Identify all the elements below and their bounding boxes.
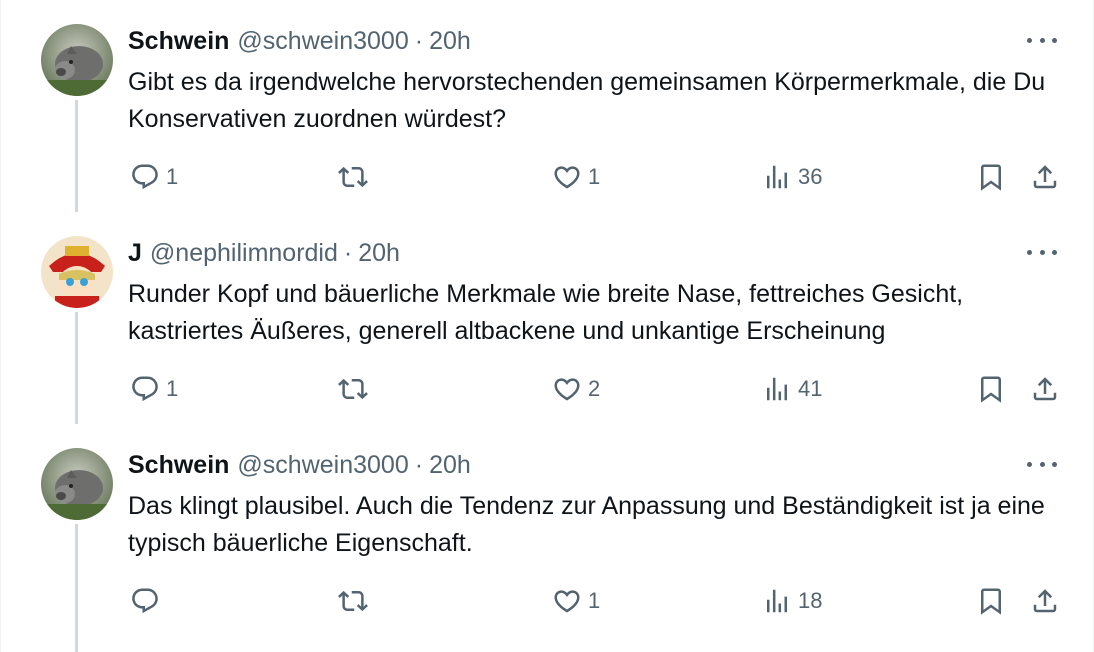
tweet-header: Schwein @schwein3000 · 20h: [128, 26, 471, 56]
timestamp[interactable]: 20h: [358, 239, 400, 268]
reply-icon: [132, 588, 158, 614]
like-count: 2: [588, 376, 601, 401]
retweet-icon: [338, 590, 368, 612]
tweet[interactable]: Schwein @schwein3000 · 20h Gibt es da ir…: [1, 0, 1094, 212]
views-icon: [767, 165, 787, 189]
more-options-icon[interactable]: [1027, 454, 1057, 474]
tweet-text: Runder Kopf und bäuerliche Merkmale wie …: [128, 280, 964, 345]
avatar[interactable]: [41, 448, 113, 520]
like-button[interactable]: 2: [552, 372, 600, 406]
avatar[interactable]: [41, 236, 113, 308]
share-button[interactable]: [1030, 584, 1060, 618]
tweet-header: J @nephilimnordid · 20h: [128, 238, 400, 268]
separator-dot: ·: [343, 238, 353, 267]
retweet-button[interactable]: [338, 160, 374, 194]
tweet-text: Das klingt plausibel. Auch die Tendenz z…: [128, 492, 1045, 557]
bookmark-button[interactable]: [976, 160, 1006, 194]
pig-avatar-icon: [41, 448, 113, 520]
more-options-icon[interactable]: [1027, 242, 1057, 262]
tweet-header: Schwein @schwein3000 · 20h: [128, 450, 471, 480]
anime-avatar-icon: [41, 236, 113, 308]
reply-button[interactable]: [130, 584, 166, 618]
views-icon: [767, 377, 787, 401]
avatar[interactable]: [41, 24, 113, 96]
thread-line: [75, 100, 78, 212]
pig-avatar-icon: [41, 24, 113, 96]
tweet[interactable]: Schwein @schwein3000 · 20h Das klingt pl…: [1, 424, 1094, 652]
thread-line: [75, 312, 78, 424]
share-button[interactable]: [1030, 372, 1060, 406]
reply-count: 1: [166, 164, 179, 189]
timestamp[interactable]: 20h: [429, 27, 471, 56]
share-icon: [1033, 589, 1057, 613]
share-icon: [1033, 377, 1057, 401]
share-icon: [1033, 165, 1057, 189]
thread-container: Schwein @schwein3000 · 20h Gibt es da ir…: [0, 0, 1094, 652]
bookmark-icon: [981, 588, 1001, 615]
view-count: 41: [798, 376, 823, 401]
like-button[interactable]: 1: [552, 160, 600, 194]
display-name[interactable]: Schwein: [128, 27, 229, 56]
retweet-icon: [338, 166, 368, 188]
like-count: 1: [588, 588, 601, 613]
tweet-actions: 1 2 41: [128, 372, 1068, 406]
username[interactable]: @schwein3000: [237, 451, 408, 480]
separator-dot: ·: [414, 26, 424, 55]
views-icon: [767, 589, 787, 613]
views-button[interactable]: 18: [762, 584, 822, 618]
share-button[interactable]: [1030, 160, 1060, 194]
tweet-text: Gibt es da irgendwelche hervorstechenden…: [128, 68, 1046, 133]
retweet-button[interactable]: [338, 372, 374, 406]
like-count: 1: [588, 164, 601, 189]
username[interactable]: @nephilimnordid: [150, 239, 338, 268]
reply-icon: [132, 164, 158, 190]
view-count: 36: [798, 164, 823, 189]
thread-line: [75, 524, 78, 652]
like-button[interactable]: 1: [552, 584, 600, 618]
timestamp[interactable]: 20h: [429, 451, 471, 480]
view-count: 18: [798, 588, 823, 613]
heart-icon: [554, 166, 580, 189]
separator-dot: ·: [414, 450, 424, 479]
bookmark-button[interactable]: [976, 584, 1006, 618]
tweet[interactable]: J @nephilimnordid · 20h Runder Kopf und …: [1, 212, 1094, 424]
more-options-icon[interactable]: [1027, 30, 1057, 50]
display-name[interactable]: J: [128, 239, 142, 268]
heart-icon: [554, 378, 580, 401]
reply-icon: [132, 376, 158, 402]
views-button[interactable]: 41: [762, 372, 822, 406]
bookmark-icon: [981, 164, 1001, 191]
heart-icon: [554, 590, 580, 613]
retweet-button[interactable]: [338, 584, 374, 618]
tweet-actions: 1 1 36: [128, 160, 1068, 194]
tweet-actions: 1 18: [128, 584, 1068, 618]
reply-button[interactable]: 1: [130, 160, 178, 194]
reply-count: 1: [166, 376, 179, 401]
reply-button[interactable]: 1: [130, 372, 178, 406]
display-name[interactable]: Schwein: [128, 451, 229, 480]
retweet-icon: [338, 378, 368, 400]
bookmark-icon: [981, 376, 1001, 403]
bookmark-button[interactable]: [976, 372, 1006, 406]
username[interactable]: @schwein3000: [237, 27, 408, 56]
views-button[interactable]: 36: [762, 160, 822, 194]
